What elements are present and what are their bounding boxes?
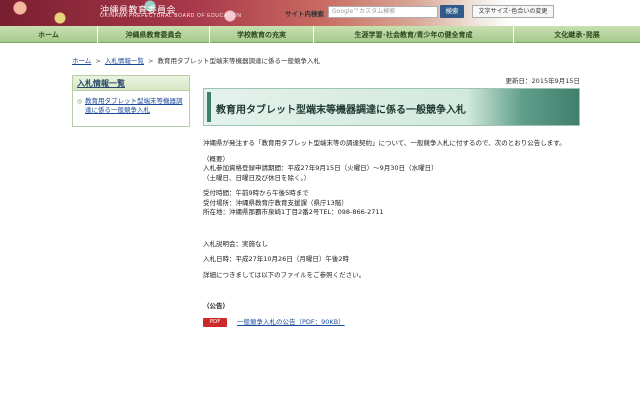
nav-item-school[interactable]: 学校教育の充実 [210,26,314,43]
breadcrumb-current: 教育用タブレット型端末等機器調達に係る一般競争入札 [157,57,321,65]
details-note: 詳細につきましては以下のファイルをご参照ください。 [203,270,366,279]
notice-heading: （公告） [203,302,229,310]
breadcrumb-bid-list[interactable]: 入札情報一覧 [105,57,144,65]
nav-item-board[interactable]: 沖縄県教育委員会 [98,26,210,43]
sidebar: 入札情報一覧 ◎ 教育用タブレット型端末等機器調達に係る一般競争入札 [72,75,190,127]
nav-item-culture[interactable]: 文化継承･発展 [514,26,640,43]
reception-place: 受付場所：沖縄県教育庁教育支援課（県庁13階） [203,198,348,207]
pdf-icon: PDF [203,317,227,327]
page-title: 教育用タブレット型端末等機器調達に係る一般競争入札 [216,105,466,116]
nav-item-lifelong[interactable]: 生涯学習･社会教育/青少年の健全育成 [314,26,514,43]
nav-item-home[interactable]: ホーム [0,26,98,43]
intro-text: 沖縄県が発注する「教育用タブレット型端末等の調達契約」について、一般競争入札に付… [203,139,566,147]
registration-period: 入札参加資格登録申請期間：平成27年9月15日（火曜日）～9月30日（水曜日） [203,164,438,172]
bullet-icon: ◎ [77,98,83,105]
sidebar-item-label[interactable]: 教育用タブレット型端末等機器調達に係る一般競争入札 [85,97,185,115]
pdf-file-link[interactable]: 一般競争入札の公告（PDF：90KB） [237,318,345,328]
bid-date: 入札日時：平成27年10月26日（月曜日）午後2時 [203,255,349,263]
address: 所在地：沖縄県那覇市泉崎1丁目2番2号TEL：098-866-2711 [203,208,384,216]
main-content: 沖縄県が発注する「教育用タブレット型端末等の調達契約」について、一般競争入札に付… [203,139,583,327]
site-header: 沖縄県教育委員会 OKINAWA PREFECTURAL BOARD OF ED… [0,0,640,26]
breadcrumb: ホーム > 入札情報一覧 > 教育用タブレット型端末等機器調達に係る一般競争入札 [72,55,320,65]
breadcrumb-separator: > [95,57,101,65]
sidebar-item[interactable]: ◎ 教育用タブレット型端末等機器調達に係る一般競争入札 [73,91,189,115]
sidebar-heading[interactable]: 入札情報一覧 [73,76,189,91]
file-row: PDF 一般競争入札の公告（PDF：90KB） [203,318,583,328]
global-nav: ホーム 沖縄県教育委員会 学校教育の充実 生涯学習･社会教育/青少年の健全育成 … [0,26,640,43]
site-search-label: サイト内検索 [285,10,324,18]
overview-heading: （概要） [203,154,229,163]
search-button[interactable]: 検索 [440,5,464,18]
text-size-button[interactable]: 文字サイズ･色合いの変更 [472,5,554,18]
updated-date: 更新日：2015年9月15日 [505,77,580,85]
site-subtitle: OKINAWA PREFECTURAL BOARD OF EDUCATION [100,13,242,19]
search-input[interactable]: Google™カスタム検索 [328,6,438,18]
registration-note: （土曜日、日曜日及び休日を除く。） [203,173,311,182]
briefing: 入札説明会：実施なし [203,239,268,248]
breadcrumb-home[interactable]: ホーム [72,57,91,65]
breadcrumb-separator: > [148,57,154,65]
reception-hours: 受付時間：午前9時から午後5時まで [203,189,309,197]
title-box: 教育用タブレット型端末等機器調達に係る一般競争入札 [203,88,580,126]
